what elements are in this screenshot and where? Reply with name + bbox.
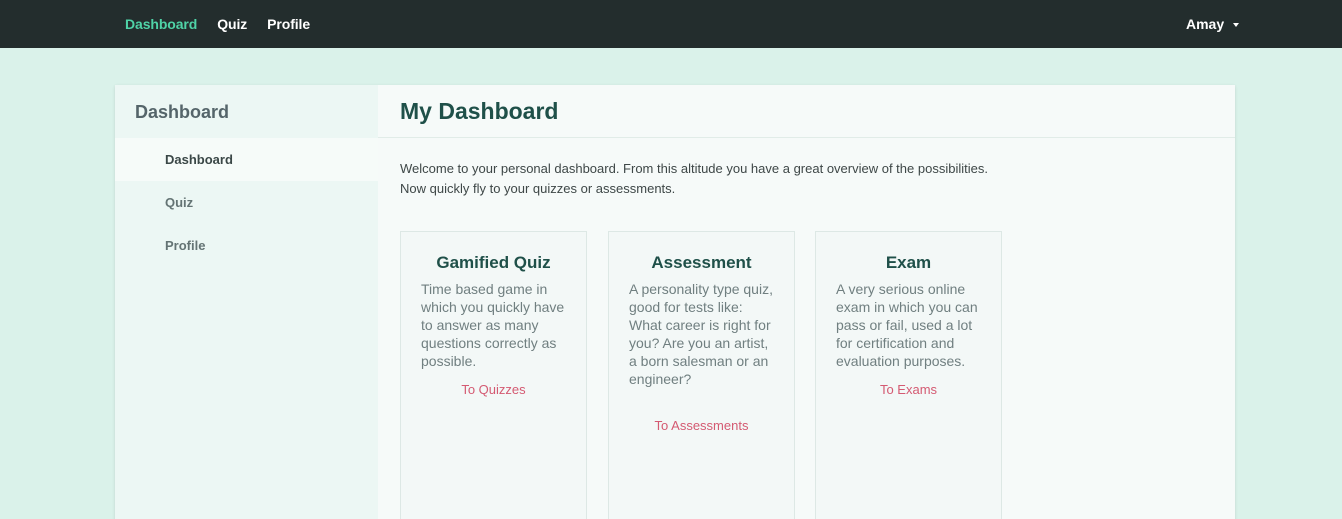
to-exams-link[interactable]: To Exams [816,382,1001,397]
card-title: Gamified Quiz [436,253,551,272]
dashboard-panel: Dashboard Dashboard Quiz Profile My Dash… [115,85,1235,519]
sidebar-item-dashboard[interactable]: Dashboard [115,138,378,181]
sidebar-title: Dashboard [135,102,230,122]
to-quizzes-link[interactable]: To Quizzes [401,382,586,397]
top-nav: Dashboard Quiz Profile [125,0,330,48]
card-description: A very serious online exam in which you … [836,281,978,369]
user-name: Amay [1186,16,1225,32]
sidebar-item-quiz[interactable]: Quiz [115,181,378,224]
main-header: My Dashboard [378,85,1235,138]
top-navbar: Dashboard Quiz Profile Amay [0,0,1342,48]
card-description: Time based game in which you quickly hav… [421,281,565,369]
caret-down-icon [1233,23,1240,27]
card-description: A personality type quiz, good for tests … [629,281,773,387]
sidebar-item-label: Profile [165,238,206,253]
card-title: Exam [885,253,932,272]
sidebar-item-profile[interactable]: Profile [115,224,378,267]
intro-line-2: Now quickly fly to your quizzes or asses… [400,181,676,196]
topnav-profile-link[interactable]: Profile [267,16,310,32]
topnav-quiz-link[interactable]: Quiz [217,16,247,32]
card-gamified-quiz: Gamified Quiz Time based game in which y… [400,231,587,519]
sidebar: Dashboard Dashboard Quiz Profile [115,85,378,519]
topnav-dashboard-link[interactable]: Dashboard [125,16,197,32]
card-assessment: Assessment A personality type quiz, good… [608,231,795,519]
user-menu[interactable]: Amay [1186,0,1240,48]
intro-line-1: Welcome to your personal dashboard. From… [400,161,988,176]
sidebar-item-label: Dashboard [165,152,233,167]
card-exam: Exam A very serious online exam in which… [815,231,1002,519]
page-title: My Dashboard [400,98,559,124]
card-title: Assessment [651,253,752,272]
to-assessments-link[interactable]: To Assessments [609,418,794,433]
intro-text: Welcome to your personal dashboard. From… [400,159,1040,199]
main-content: My Dashboard Welcome to your personal da… [378,85,1235,519]
sidebar-item-label: Quiz [165,195,194,210]
